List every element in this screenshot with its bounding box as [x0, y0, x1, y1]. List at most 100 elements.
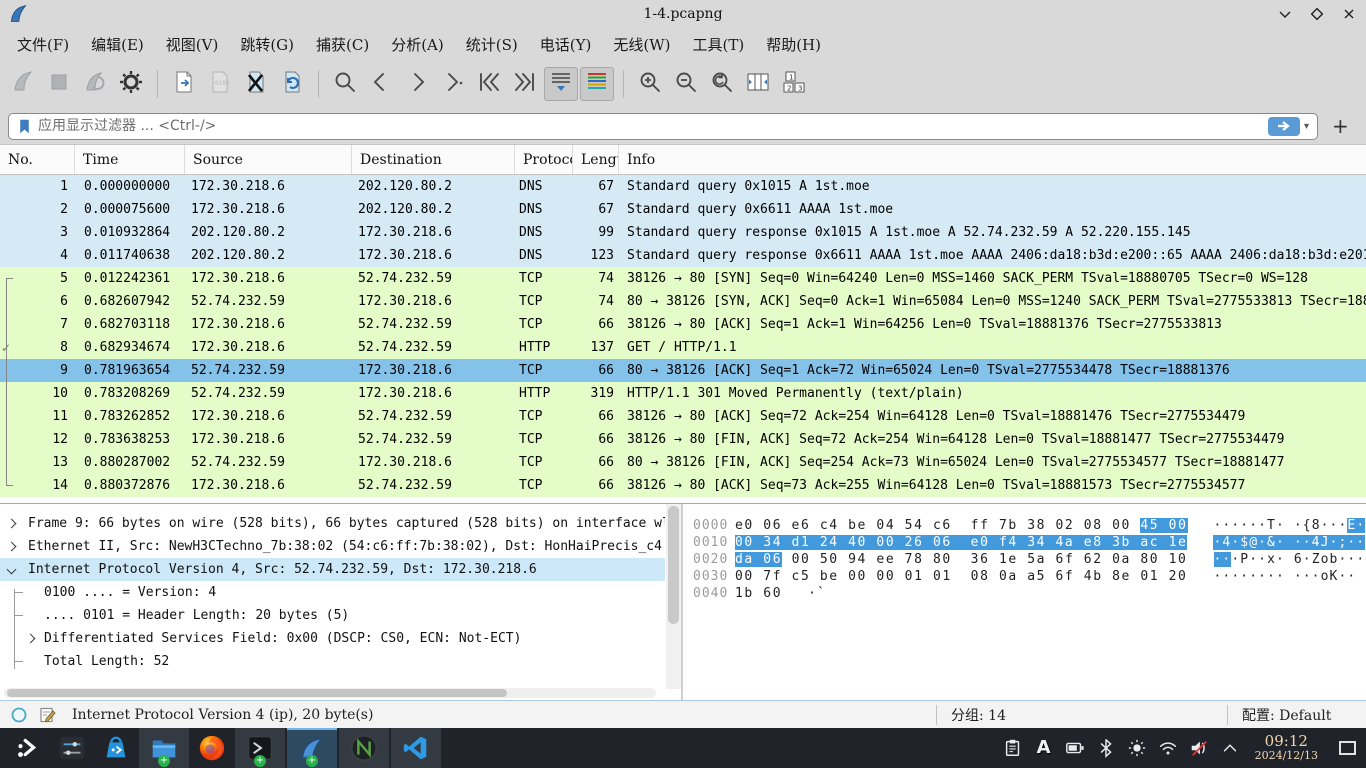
detail-row[interactable]: Differentiated Services Field: 0x00 (DSC…	[0, 627, 665, 650]
column-header-no[interactable]: No.	[0, 145, 75, 174]
wifi-icon[interactable]	[1158, 738, 1178, 758]
packet-row[interactable]: 140.880372876172.30.218.652.74.232.59TCP…	[0, 474, 1366, 497]
detail-row[interactable]: 0100 .... = Version: 4	[0, 581, 665, 604]
packet-row[interactable]: 100.78320826952.74.232.59172.30.218.6HTT…	[0, 382, 1366, 405]
go-to-packet-button[interactable]	[436, 67, 470, 101]
packet-row[interactable]: 10.000000000172.30.218.6202.120.80.2DNS6…	[0, 175, 1366, 198]
system-settings-launcher[interactable]	[50, 728, 94, 768]
menu-item-8[interactable]: 无线(W)	[602, 30, 681, 59]
apply-filter-button[interactable]	[1268, 117, 1300, 136]
show-desktop-button[interactable]	[1339, 741, 1356, 755]
menu-item-4[interactable]: 捕获(C)	[305, 30, 380, 59]
maximize-button[interactable]	[1310, 7, 1324, 21]
column-header-protocol[interactable]: Protocol	[515, 145, 573, 174]
neovim-task[interactable]	[339, 728, 389, 768]
packet-row[interactable]: 130.88028700252.74.232.59172.30.218.6TCP…	[0, 451, 1366, 474]
detail-row[interactable]: .... 0101 = Header Length: 20 bytes (5)	[0, 604, 665, 627]
reload-file-button[interactable]	[275, 67, 309, 101]
packet-row[interactable]: 50.012242361172.30.218.652.74.232.59TCP7…	[0, 267, 1366, 290]
brightness-icon[interactable]	[1127, 738, 1147, 758]
column-header-source[interactable]: Source	[185, 145, 352, 174]
resize-columns-button[interactable]	[741, 67, 775, 101]
packet-row[interactable]: 30.010932864202.120.80.2172.30.218.6DNS9…	[0, 221, 1366, 244]
add-filter-button[interactable]: +	[1332, 114, 1349, 138]
go-last-button[interactable]	[508, 67, 542, 101]
detail-row[interactable]: Frame 9: 66 bytes on wire (528 bits), 66…	[0, 512, 665, 535]
menu-item-9[interactable]: 工具(T)	[681, 30, 755, 59]
clipboard-icon[interactable]	[1003, 738, 1023, 758]
packet-row[interactable]: 70.682703118172.30.218.652.74.232.59TCP6…	[0, 313, 1366, 336]
bluetooth-icon[interactable]	[1096, 738, 1116, 758]
terminal-task[interactable]: +	[235, 728, 285, 768]
detail-vertical-scrollbar[interactable]	[666, 504, 681, 689]
packet-row[interactable]: 20.000075600172.30.218.6202.120.80.2DNS6…	[0, 198, 1366, 221]
zoom-reset-button[interactable]	[705, 67, 739, 101]
filter-bookmark-icon[interactable]	[16, 118, 33, 135]
close-file-button[interactable]	[239, 67, 273, 101]
column-header-info[interactable]: Info	[619, 145, 1366, 174]
menu-item-5[interactable]: 分析(A)	[380, 30, 455, 59]
menu-item-3[interactable]: 跳转(G)	[229, 30, 305, 59]
hex-bytes: da 06 00 50 94 ee 78 80 36 1e 5a 6f 62 0…	[735, 552, 1188, 569]
packet-row[interactable]: 120.783638253172.30.218.652.74.232.59TCP…	[0, 428, 1366, 451]
close-button[interactable]	[1342, 7, 1356, 21]
display-filter-field[interactable]: ▾	[8, 113, 1318, 140]
hex-row[interactable]: 0000e0 06 e6 c4 be 04 54 c6 ff 7b 38 02 …	[693, 518, 1365, 535]
hex-row[interactable]: 0020da 06 00 50 94 ee 78 80 36 1e 5a 6f …	[693, 552, 1365, 569]
menu-item-7[interactable]: 电话(Y)	[529, 30, 603, 59]
status-profile[interactable]: 配置: Default	[1228, 705, 1366, 725]
app-launcher-launcher[interactable]	[6, 728, 50, 768]
minimize-button[interactable]	[1278, 7, 1292, 21]
packet-row[interactable]: 40.011740638202.120.80.2172.30.218.6DNS1…	[0, 244, 1366, 267]
capture-comment-icon[interactable]	[38, 706, 56, 724]
find-packet-button[interactable]	[328, 67, 362, 101]
hex-row[interactable]: 003000 7f c5 be 00 00 01 01 08 0a a5 6f …	[693, 569, 1365, 586]
display-filter-input[interactable]	[38, 118, 1268, 134]
start-capture-button[interactable]	[6, 67, 40, 101]
go-forward-button[interactable]	[400, 67, 434, 101]
detail-row[interactable]: Internet Protocol Version 4, Src: 52.74.…	[0, 558, 665, 581]
column-header-lengtl[interactable]: Lengtl	[573, 145, 619, 174]
save-file-button[interactable]: 0101	[203, 67, 237, 101]
zoom-in-button[interactable]	[633, 67, 667, 101]
open-file-button[interactable]	[167, 67, 201, 101]
file-manager-task[interactable]: +	[139, 728, 189, 768]
zoom-out-button[interactable]	[669, 67, 703, 101]
taskbar-clock[interactable]: 09:12 2024/12/13	[1255, 734, 1318, 761]
volume-muted-icon[interactable]	[1189, 738, 1209, 758]
discover-launcher[interactable]	[94, 728, 138, 768]
packet-row[interactable]: 90.78196365452.74.232.59172.30.218.6TCP6…	[0, 359, 1366, 382]
layout-columns-button[interactable]: 123	[777, 67, 811, 101]
detail-row[interactable]: Ethernet II, Src: NewH3CTechno_7b:38:02 …	[0, 535, 665, 558]
menu-item-10[interactable]: 帮助(H)	[755, 30, 832, 59]
input-method-a-icon[interactable]: A	[1034, 738, 1054, 758]
battery-icon[interactable]	[1065, 738, 1085, 758]
packet-row[interactable]: 60.68260794252.74.232.59172.30.218.6TCP7…	[0, 290, 1366, 313]
column-header-time[interactable]: Time	[75, 145, 185, 174]
menu-item-1[interactable]: 编辑(E)	[80, 30, 155, 59]
chevron-up-icon[interactable]	[1220, 738, 1240, 758]
expert-info-icon[interactable]	[10, 706, 28, 724]
filter-dropdown-caret[interactable]: ▾	[1304, 121, 1309, 132]
capture-options-button[interactable]	[114, 67, 148, 101]
hex-row[interactable]: 001000 34 d1 24 40 00 26 06 e0 f4 34 4a …	[693, 535, 1365, 552]
firefox-launcher[interactable]	[190, 728, 234, 768]
packet-row[interactable]: 110.783262852172.30.218.652.74.232.59TCP…	[0, 405, 1366, 428]
menu-item-0[interactable]: 文件(F)	[6, 30, 80, 59]
wireshark-task[interactable]: +	[287, 728, 337, 768]
packet-row[interactable]: 80.682934674172.30.218.652.74.232.59HTTP…	[0, 336, 1366, 359]
vscode-task[interactable]	[391, 728, 441, 768]
auto-scroll-button[interactable]	[544, 67, 578, 101]
menu-item-6[interactable]: 统计(S)	[455, 30, 529, 59]
menu-item-2[interactable]: 视图(V)	[155, 30, 230, 59]
detail-horizontal-scrollbar[interactable]	[4, 688, 656, 698]
go-back-button[interactable]	[364, 67, 398, 101]
colorize-button[interactable]	[580, 67, 614, 101]
hex-row[interactable]: 00401b 60·`	[693, 586, 1365, 603]
column-header-destination[interactable]: Destination	[352, 145, 515, 174]
detail-row[interactable]: Total Length: 52	[0, 650, 665, 673]
restart-capture-icon	[82, 69, 108, 99]
restart-capture-button[interactable]	[78, 67, 112, 101]
go-first-button[interactable]	[472, 67, 506, 101]
stop-capture-button[interactable]	[42, 67, 76, 101]
